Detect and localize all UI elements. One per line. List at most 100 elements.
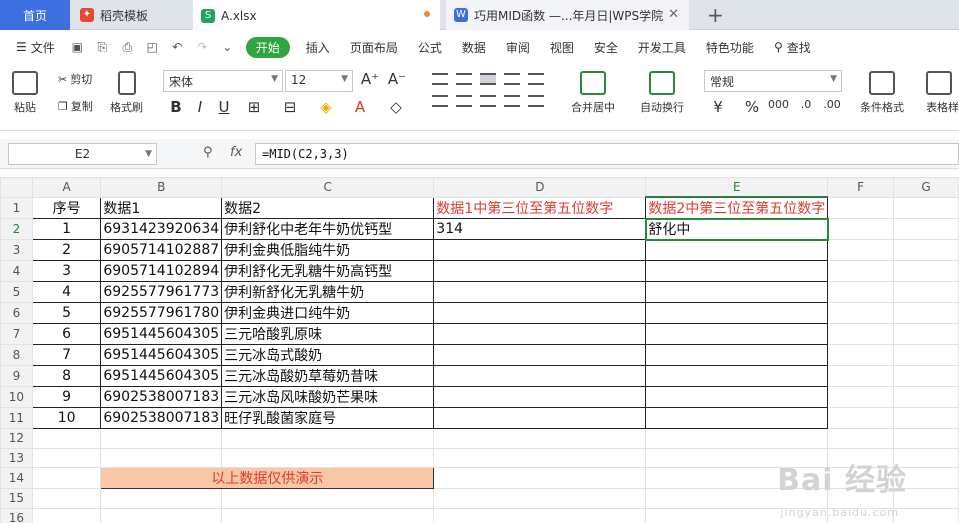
col-header-a[interactable]: A xyxy=(31,177,102,198)
indent-increase-icon[interactable] xyxy=(528,73,544,85)
cell[interactable] xyxy=(892,260,959,282)
increase-font-icon[interactable]: A⁺ xyxy=(360,70,380,88)
tab-insert[interactable]: 插入 xyxy=(296,39,340,56)
file-menu[interactable]: ☰ 文件 xyxy=(6,39,65,56)
cell[interactable] xyxy=(892,218,959,240)
cell[interactable] xyxy=(892,281,959,303)
tab-file[interactable]: S A.xlsx xyxy=(193,0,440,30)
copy-button[interactable]: ❐ 复制 xyxy=(58,98,93,114)
align-bottom-icon[interactable] xyxy=(480,73,496,85)
tab-formula[interactable]: 公式 xyxy=(408,39,452,56)
cell[interactable] xyxy=(645,365,829,387)
font-name-select[interactable]: 宋体 ▼ xyxy=(163,70,283,92)
table-style-button[interactable]: 表格样 xyxy=(926,71,959,115)
col-header-c[interactable]: C xyxy=(221,177,435,198)
header-cell[interactable]: 数据2 xyxy=(221,196,435,219)
cell[interactable] xyxy=(221,428,435,449)
percent-icon[interactable]: % xyxy=(742,98,762,116)
row-header[interactable]: 1 xyxy=(0,196,33,219)
cell[interactable] xyxy=(645,407,829,429)
row-header[interactable]: 16 xyxy=(0,507,33,523)
currency-icon[interactable]: ¥ xyxy=(708,98,728,116)
align-right-icon[interactable] xyxy=(480,95,496,107)
cell[interactable] xyxy=(433,365,647,387)
cell[interactable] xyxy=(892,365,959,387)
cell[interactable] xyxy=(433,239,647,261)
cell[interactable] xyxy=(31,488,102,509)
redo-icon[interactable]: ↷ xyxy=(195,40,210,55)
search-button[interactable]: ⚲ 查找 xyxy=(764,39,821,56)
cell[interactable]: 3 xyxy=(31,260,102,282)
cell[interactable] xyxy=(892,239,959,261)
cell[interactable] xyxy=(645,344,829,366)
cell[interactable] xyxy=(827,281,894,303)
cell[interactable] xyxy=(433,386,647,408)
row-header[interactable]: 4 xyxy=(0,260,33,282)
cell[interactable]: 伊利舒化无乳糖牛奶高钙型 xyxy=(221,260,435,282)
export-icon[interactable]: ⎘ xyxy=(95,40,110,55)
cell[interactable] xyxy=(31,447,102,468)
cell[interactable] xyxy=(645,260,829,282)
cell[interactable]: 10 xyxy=(31,407,102,429)
row-header[interactable]: 6 xyxy=(0,302,33,324)
cell[interactable]: 5 xyxy=(31,302,102,324)
cell[interactable]: 6951445604305 xyxy=(100,323,223,345)
cell[interactable]: 三元冰岛酸奶草莓奶昔味 xyxy=(221,365,435,387)
cell[interactable]: 伊利舒化中老年牛奶优钙型 xyxy=(221,218,435,240)
border-icon[interactable]: ⊞ xyxy=(244,98,264,116)
cell[interactable] xyxy=(433,488,647,509)
cell[interactable] xyxy=(827,428,894,449)
cell[interactable] xyxy=(31,467,102,489)
row-header[interactable]: 11 xyxy=(0,407,33,429)
align-middle-icon[interactable] xyxy=(456,73,472,85)
cell[interactable] xyxy=(433,344,647,366)
cell[interactable] xyxy=(827,196,894,219)
tab-web[interactable]: W 巧用MID函数 —...年月日|WPS学院 ✕ xyxy=(446,0,689,30)
cell[interactable] xyxy=(827,365,894,387)
cell[interactable]: 4 xyxy=(31,281,102,303)
merge-style-icon[interactable]: ⊟ xyxy=(280,98,300,116)
cell[interactable] xyxy=(100,488,223,509)
row-header[interactable]: 3 xyxy=(0,239,33,261)
cell[interactable]: 旺仔乳酸菌家庭号 xyxy=(221,407,435,429)
col-header-e[interactable]: E xyxy=(645,177,829,198)
cell[interactable] xyxy=(221,488,435,509)
header-cell[interactable]: 数据2中第三位至第五位数字 xyxy=(645,196,829,219)
print-icon[interactable]: ⎙ xyxy=(120,40,135,55)
cell[interactable] xyxy=(827,260,894,282)
tab-view[interactable]: 视图 xyxy=(540,39,584,56)
underline-icon[interactable]: U xyxy=(214,98,234,116)
corner-cell[interactable] xyxy=(0,177,33,198)
cell[interactable] xyxy=(892,323,959,345)
header-cell[interactable]: 序号 xyxy=(31,196,102,219)
cell[interactable]: 伊利新舒化无乳糖牛奶 xyxy=(221,281,435,303)
cell[interactable] xyxy=(827,302,894,324)
cell[interactable]: 314 xyxy=(433,218,647,240)
undo-icon[interactable]: ↶ xyxy=(170,40,185,55)
tab-template[interactable]: ✦ 稻壳模板 xyxy=(72,0,189,30)
cell[interactable]: 6905714102894 xyxy=(100,260,223,282)
cell[interactable] xyxy=(100,447,223,468)
cell[interactable] xyxy=(433,323,647,345)
align-center-icon[interactable] xyxy=(456,95,472,107)
save-icon[interactable]: ▣ xyxy=(70,40,85,55)
indent-decrease-icon[interactable] xyxy=(504,73,520,85)
cell[interactable] xyxy=(892,344,959,366)
cell[interactable] xyxy=(433,507,647,523)
cell[interactable] xyxy=(100,428,223,449)
cell[interactable] xyxy=(433,428,647,449)
decrease-decimal-icon[interactable]: .00 xyxy=(822,98,842,111)
col-header-g[interactable]: G xyxy=(892,177,959,198)
col-header-f[interactable]: F xyxy=(827,177,894,198)
cell[interactable]: 伊利金典低脂纯牛奶 xyxy=(221,239,435,261)
zoom-icon[interactable]: ⚲ xyxy=(203,145,213,160)
cell[interactable]: 6951445604305 xyxy=(100,344,223,366)
tab-home[interactable]: 首页 xyxy=(0,0,70,30)
tab-security[interactable]: 安全 xyxy=(584,39,628,56)
align-left-icon[interactable] xyxy=(432,95,448,107)
row-header[interactable]: 13 xyxy=(0,447,33,468)
fill-color-icon[interactable]: ◈ xyxy=(316,98,336,116)
active-cell[interactable]: 舒化中 xyxy=(644,217,829,241)
cell[interactable]: 6902538007183 xyxy=(100,407,223,429)
cell[interactable] xyxy=(827,218,894,240)
